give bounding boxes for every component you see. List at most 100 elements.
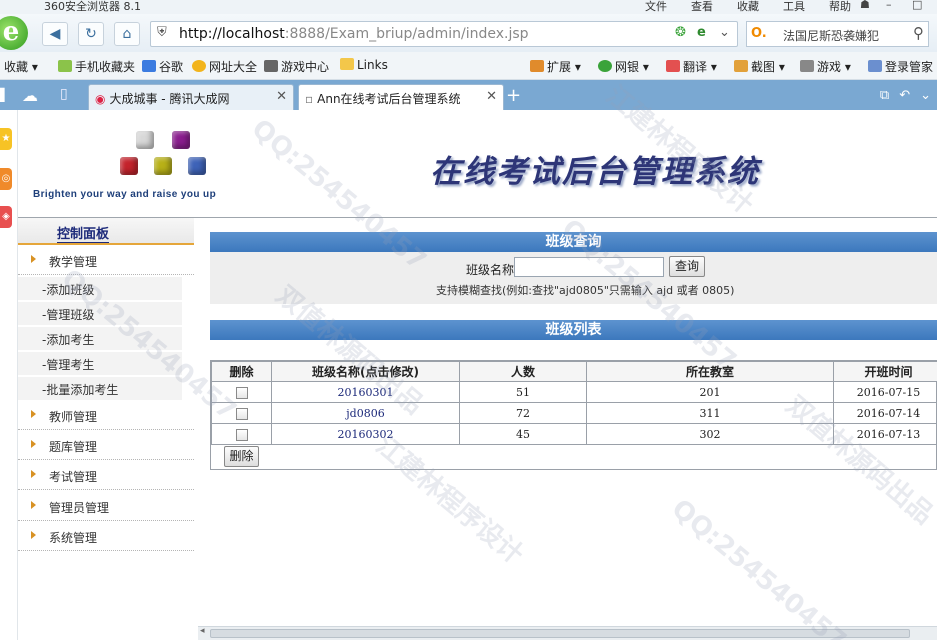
class-room: 311 (586, 402, 834, 424)
mobile-icon (58, 60, 72, 72)
toolbar-screenshot[interactable]: 截图 ▾ (734, 58, 785, 75)
class-count: 45 (459, 423, 587, 445)
sidebar-item-system[interactable]: 系统管理 (18, 523, 194, 551)
col-start-date: 开班时间 (833, 361, 937, 382)
new-tab-button[interactable]: + (506, 86, 521, 106)
menu-favorites[interactable]: 收藏 (737, 0, 759, 14)
address-dropdown-icon[interactable]: ⌄ (719, 25, 730, 40)
bookmark-google[interactable]: 谷歌 (142, 58, 183, 75)
row-checkbox[interactable] (235, 386, 248, 399)
menu-help[interactable]: 帮助 (829, 0, 851, 14)
gift-icon[interactable]: ◎ (0, 168, 12, 190)
tab-exam-admin[interactable]: ▫ Ann在线考试后台管理系统 ✕ (298, 84, 504, 110)
logo-cubes (118, 131, 208, 179)
class-name-link[interactable]: 20160302 (338, 428, 394, 441)
address-bar[interactable]: ⛨ http://localhost:8888/Exam_briup/admin… (150, 21, 738, 47)
home-icon[interactable]: ⌂ (114, 22, 140, 46)
login-icon (868, 60, 882, 72)
menu-view[interactable]: 查看 (691, 0, 713, 14)
class-room: 201 (586, 381, 834, 403)
class-name-input[interactable] (514, 257, 664, 277)
browser-menu: 文件 查看 收藏 工具 帮助 (645, 0, 851, 14)
sidebar-item-manage-class[interactable]: -管理班级 (18, 302, 182, 326)
bookmark-favorites[interactable]: 收藏 ▾ (4, 58, 38, 75)
search-box[interactable]: O. 法国尼斯恐袭嫌犯 ⚲ (746, 21, 929, 47)
scissors-icon (734, 60, 748, 72)
maximize-icon[interactable]: □ (912, 0, 922, 11)
col-count: 人数 (459, 361, 587, 382)
toolbar-extensions[interactable]: 扩展 ▾ (530, 58, 581, 75)
arrow-right-icon (31, 531, 36, 539)
row-checkbox[interactable] (235, 407, 248, 420)
star-icon[interactable]: ★ (0, 128, 12, 150)
toolbar-login[interactable]: 登录管家 (868, 58, 933, 75)
sidebar-item-add-class[interactable]: -添加班级 (18, 277, 182, 301)
ie-mode-icon[interactable]: e (697, 25, 706, 40)
arrow-right-icon (31, 501, 36, 509)
table-row: 20160301 51 201 2016-07-15 (211, 381, 937, 403)
search-input[interactable]: 法国尼斯恐袭嫌犯 (783, 27, 903, 44)
close-icon[interactable]: ✕ (486, 89, 497, 104)
class-table: 删除 班级名称(点击修改) 人数 所在教室 开班时间 20160301 51 2… (210, 360, 937, 470)
class-name-link[interactable]: 20160301 (338, 386, 394, 399)
back-icon[interactable]: ◀ (42, 22, 68, 46)
col-classroom: 所在教室 (586, 361, 834, 382)
bookmark-hao[interactable]: 网址大全 (192, 58, 257, 75)
sidebar-toggle-icon[interactable]: ▌ (0, 88, 9, 102)
menu-tools[interactable]: 工具 (783, 0, 805, 14)
class-name-link[interactable]: jd0806 (346, 407, 384, 420)
page-icon: ▫ (305, 92, 314, 106)
toolbar-bank[interactable]: 网银 ▾ (598, 58, 649, 75)
table-row: 20160302 45 302 2016-07-13 (211, 423, 937, 445)
browser-app-title: 360安全浏览器 8.1 (44, 0, 141, 13)
row-checkbox[interactable] (235, 428, 248, 441)
skin-icon[interactable]: ☗ (860, 0, 870, 11)
sidebar-item-manage-student[interactable]: -管理考生 (18, 352, 182, 376)
search-engine-icon[interactable]: O. (751, 26, 767, 41)
undo-close-icon[interactable]: ↶ (899, 88, 910, 103)
bookmark-mobile[interactable]: 手机收藏夹 (58, 58, 135, 75)
minimize-icon[interactable]: – (886, 0, 892, 11)
restore-icon[interactable]: ⧉ (880, 88, 889, 103)
tab-tencent[interactable]: ◉ 大成城事 - 腾讯大成网 ✕ (88, 84, 294, 110)
list-section-title: 班级列表 (210, 320, 937, 340)
search-icon[interactable]: ⚲ (913, 24, 924, 42)
sidebar-item-add-student[interactable]: -添加考生 (18, 327, 182, 351)
col-class-name: 班级名称(点击修改) (271, 361, 460, 382)
sidebar-item-question-bank[interactable]: 题库管理 (18, 432, 194, 460)
col-delete: 删除 (211, 361, 272, 382)
query-button[interactable]: 查询 (669, 256, 705, 277)
sidebar-item-exams[interactable]: 考试管理 (18, 462, 194, 490)
control-panel: 控制面板 教学管理 -添加班级 -管理班级 -添加考生 -管理考生 -批量添加考… (18, 218, 194, 640)
scroll-left-icon[interactable]: ◂ (200, 626, 205, 636)
refresh-icon[interactable]: ↻ (78, 22, 104, 46)
table-header-row: 删除 班级名称(点击修改) 人数 所在教室 开班时间 (211, 361, 937, 382)
bookmark-games[interactable]: 游戏中心 (264, 58, 329, 75)
browser-logo-icon[interactable]: e (0, 16, 28, 50)
sidebar-item-batch-add-student[interactable]: -批量添加考生 (18, 377, 182, 401)
site-banner: Brighten your way and raise you up 在线考试后… (18, 110, 937, 218)
browser-navbar: e ◀ ↻ ⌂ ⛨ http://localhost:8888/Exam_bri… (0, 14, 937, 52)
horizontal-scrollbar[interactable]: ◂ (198, 626, 937, 640)
arrow-right-icon (31, 410, 36, 418)
close-icon[interactable]: ✕ (276, 89, 287, 104)
sidebar-item-teachers[interactable]: 教师管理 (18, 402, 194, 430)
compat-mode-icon[interactable]: ❂ (675, 25, 686, 40)
bookmark-links[interactable]: Links (340, 58, 388, 72)
address-url[interactable]: http://localhost:8888/Exam_briup/admin/i… (179, 26, 529, 42)
sidebar-item-teaching[interactable]: 教学管理 (18, 247, 194, 275)
menu-file[interactable]: 文件 (645, 0, 667, 14)
toolbar-translate[interactable]: 翻译 ▾ (666, 58, 717, 75)
doc-icon[interactable]: ▯ (60, 86, 68, 102)
cloud-icon[interactable]: ☁ (22, 86, 38, 105)
shield-icon[interactable]: ⛨ (157, 25, 167, 40)
app-icon[interactable]: ◈ (0, 206, 12, 228)
class-grid: 删除 班级名称(点击修改) 人数 所在教室 开班时间 20160301 51 2… (211, 361, 937, 445)
toolbar-game[interactable]: 游戏 ▾ (800, 58, 851, 75)
tab-tools: ⧉ ↶ ⌄ (880, 88, 931, 103)
delete-button[interactable]: 删除 (224, 446, 259, 467)
sidebar-item-admins[interactable]: 管理员管理 (18, 493, 194, 521)
control-panel-title: 控制面板 (57, 223, 110, 243)
chevron-down-icon[interactable]: ⌄ (920, 88, 931, 103)
scroll-thumb[interactable] (210, 629, 910, 638)
